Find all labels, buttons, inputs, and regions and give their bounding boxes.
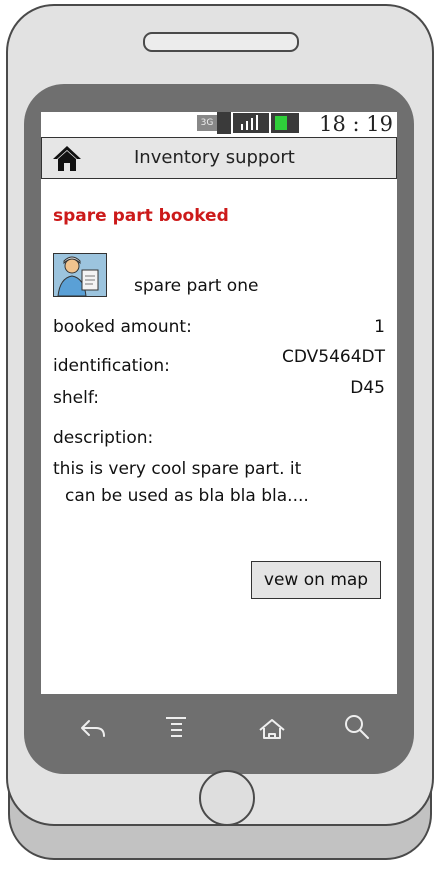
- view-on-map-button[interactable]: vew on map: [251, 561, 381, 599]
- battery-icon: [271, 113, 299, 133]
- description-text: this is very cool spare part. it can be …: [53, 456, 353, 510]
- identification-label: identification:: [53, 356, 170, 376]
- status-bar: 3G 18 : 19: [41, 112, 397, 136]
- identification-value: CDV5464DT: [281, 347, 385, 367]
- booked-amount-label: booked amount:: [53, 317, 192, 337]
- signal-icon: [233, 113, 269, 133]
- status-block: [217, 112, 231, 134]
- booked-header: spare part booked: [53, 206, 229, 226]
- screen: 3G 18 : 19 Inventory support spare part …: [41, 112, 397, 694]
- network-3g-icon: 3G: [197, 115, 217, 131]
- description-line-2: can be used as bla bla bla....: [65, 486, 309, 506]
- booked-amount-value: 1: [374, 317, 385, 337]
- home-icon[interactable]: [52, 144, 82, 172]
- speaker-grille: [143, 32, 299, 52]
- back-icon[interactable]: [74, 710, 110, 746]
- app-title: Inventory support: [134, 147, 295, 168]
- shelf-label: shelf:: [53, 388, 99, 408]
- search-icon[interactable]: [340, 710, 376, 746]
- nav-home-icon[interactable]: [254, 710, 290, 746]
- part-name: spare part one: [134, 276, 259, 296]
- spare-part-image: [53, 253, 107, 297]
- action-bar: Inventory support: [41, 137, 397, 179]
- description-label: description:: [53, 428, 154, 448]
- shelf-value: D45: [350, 378, 385, 398]
- hardware-home-button[interactable]: [199, 770, 255, 826]
- description-line-1: this is very cool spare part. it: [53, 459, 302, 479]
- status-time: 18 : 19: [303, 112, 397, 136]
- menu-icon[interactable]: [160, 710, 196, 746]
